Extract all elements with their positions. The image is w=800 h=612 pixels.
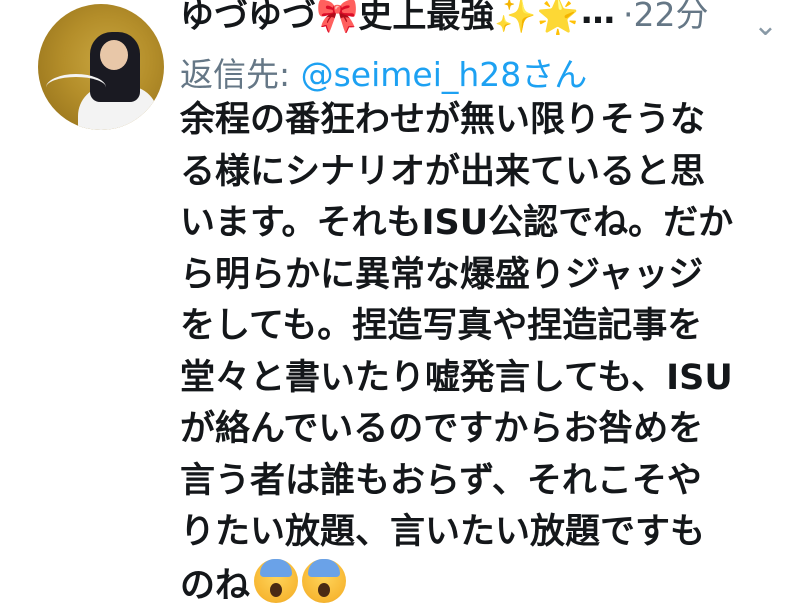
tweet-text-line: をしても。捏造写真や捏造記事を (180, 306, 703, 346)
tweet-text-line: が絡んでいるのですからお咎めを (180, 409, 704, 449)
separator-dot: · (623, 0, 634, 34)
avatar[interactable] (38, 4, 164, 130)
reply-prefix: 返信先: (180, 55, 301, 94)
tweet-text-line: います。それもISU公認でね。だか (180, 203, 734, 243)
chevron-down-icon[interactable]: ⌄ (753, 8, 778, 43)
tweet-text-last-line: のね (180, 558, 790, 611)
reply-handle-link[interactable]: @seimei_h28さん (301, 55, 588, 94)
tweet-header: ゆづゆづ🎀史上最強✨🌟 … ·22分 (180, 0, 800, 36)
tweet-text-line: ら明らかに異常な爆盛りジャッジ (180, 254, 704, 295)
truncation-ellipsis: … (581, 0, 616, 32)
time-text: 22分 (633, 0, 709, 34)
tweet-text-line: 言う者は誰もおらず、それこそや (180, 460, 702, 501)
tweet-text-line: りたい放題、言いたい放題ですも (180, 512, 706, 552)
author-name[interactable]: ゆづゆづ🎀史上最強✨🌟 (180, 0, 579, 37)
tweet-text-line: 余程の番狂わせが無い限りそうな (180, 100, 706, 140)
timestamp[interactable]: ·22分 (623, 0, 709, 36)
scream-emoji-icon (302, 558, 347, 603)
scream-emoji-icon (254, 558, 299, 603)
tweet-text-line: る様にシナリオが出来ていると思 (180, 151, 706, 192)
tweet-text-line: 堂々と書いたり嘘発言しても、ISU (180, 357, 733, 398)
reply-to: 返信先: @seimei_h28さん (180, 48, 587, 96)
avatar-face (100, 40, 128, 70)
tweet-body: 余程の番狂わせが無い限りそうな る様にシナリオが出来ていると思 います。それもI… (180, 95, 790, 610)
avatar-rings (46, 74, 106, 101)
